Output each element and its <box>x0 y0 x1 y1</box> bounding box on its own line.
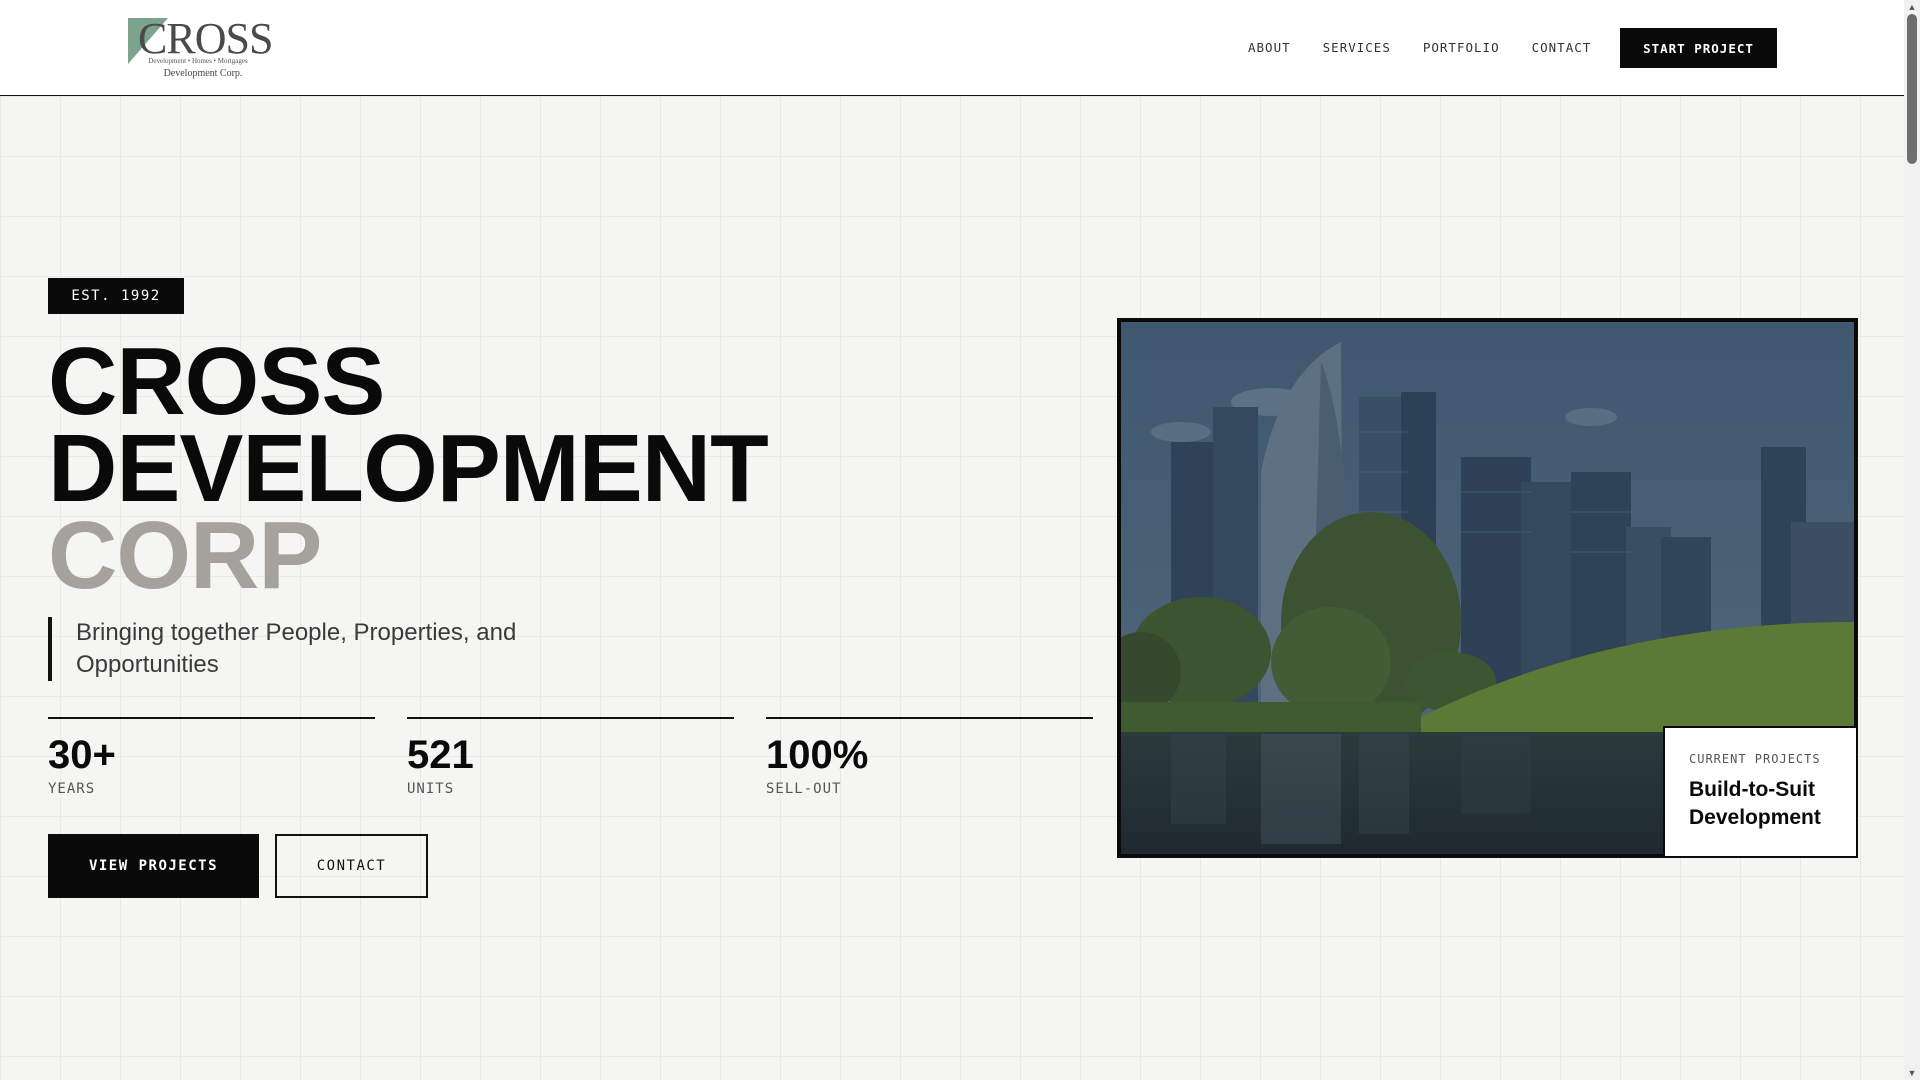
logo-subtitle: Development Corp. <box>163 68 243 79</box>
stat-value: 100% <box>766 733 869 777</box>
logo-tagline: Development • Homes • Mortgages <box>148 57 248 65</box>
stat-label: YEARS <box>48 781 96 797</box>
card-kicker: CURRENT PROJECTS <box>1689 752 1821 766</box>
stat-value: 521 <box>407 733 474 777</box>
nav-portfolio[interactable]: PORTFOLIO <box>1423 40 1500 56</box>
start-project-button[interactable]: START PROJECT <box>1620 28 1777 68</box>
site-header: CROSS Development • Homes • Mortgages De… <box>0 0 1904 96</box>
scroll-down-arrow-icon[interactable]: ▼ <box>1907 1068 1917 1078</box>
stat-sellout: 100% SELL-OUT <box>766 717 1093 797</box>
hero-title-line-1: CROSS <box>48 328 385 435</box>
hero-tagline: Bringing together People, Properties, an… <box>48 617 568 681</box>
card-title: Build-to-Suit Development <box>1689 778 1821 829</box>
nav-about[interactable]: ABOUT <box>1248 40 1291 56</box>
stats-row: 30+ YEARS 521 UNITS 100% SELL-OUT <box>48 717 1093 797</box>
stat-value: 30+ <box>48 733 116 777</box>
scrollbar-thumb[interactable] <box>1907 14 1917 164</box>
contact-button[interactable]: CONTACT <box>275 834 428 898</box>
stat-label: SELL-OUT <box>766 781 842 797</box>
established-badge: EST. 1992 <box>48 278 184 314</box>
stat-label: UNITS <box>407 781 455 797</box>
current-projects-card[interactable]: CURRENT PROJECTS Build-to-Suit Developme… <box>1663 726 1858 858</box>
nav-services[interactable]: SERVICES <box>1323 40 1391 56</box>
page-scrollbar[interactable]: ▲ ▼ <box>1904 0 1920 1080</box>
hero-title: CROSS DEVELOPMENT CORP <box>48 328 769 609</box>
scroll-up-arrow-icon[interactable]: ▲ <box>1907 2 1917 12</box>
nav-contact[interactable]: CONTACT <box>1532 40 1592 56</box>
logo-wordmark: CROSS <box>138 14 273 63</box>
site-logo[interactable]: CROSS Development • Homes • Mortgages De… <box>128 16 273 82</box>
stat-units: 521 UNITS <box>407 717 734 797</box>
view-projects-button[interactable]: VIEW PROJECTS <box>48 834 259 898</box>
hero-title-line-2: DEVELOPMENT <box>48 415 769 522</box>
main-nav: ABOUT SERVICES PORTFOLIO CONTACT <box>1248 40 1623 56</box>
stat-years: 30+ YEARS <box>48 717 375 797</box>
hero-title-line-3: CORP <box>48 502 322 609</box>
